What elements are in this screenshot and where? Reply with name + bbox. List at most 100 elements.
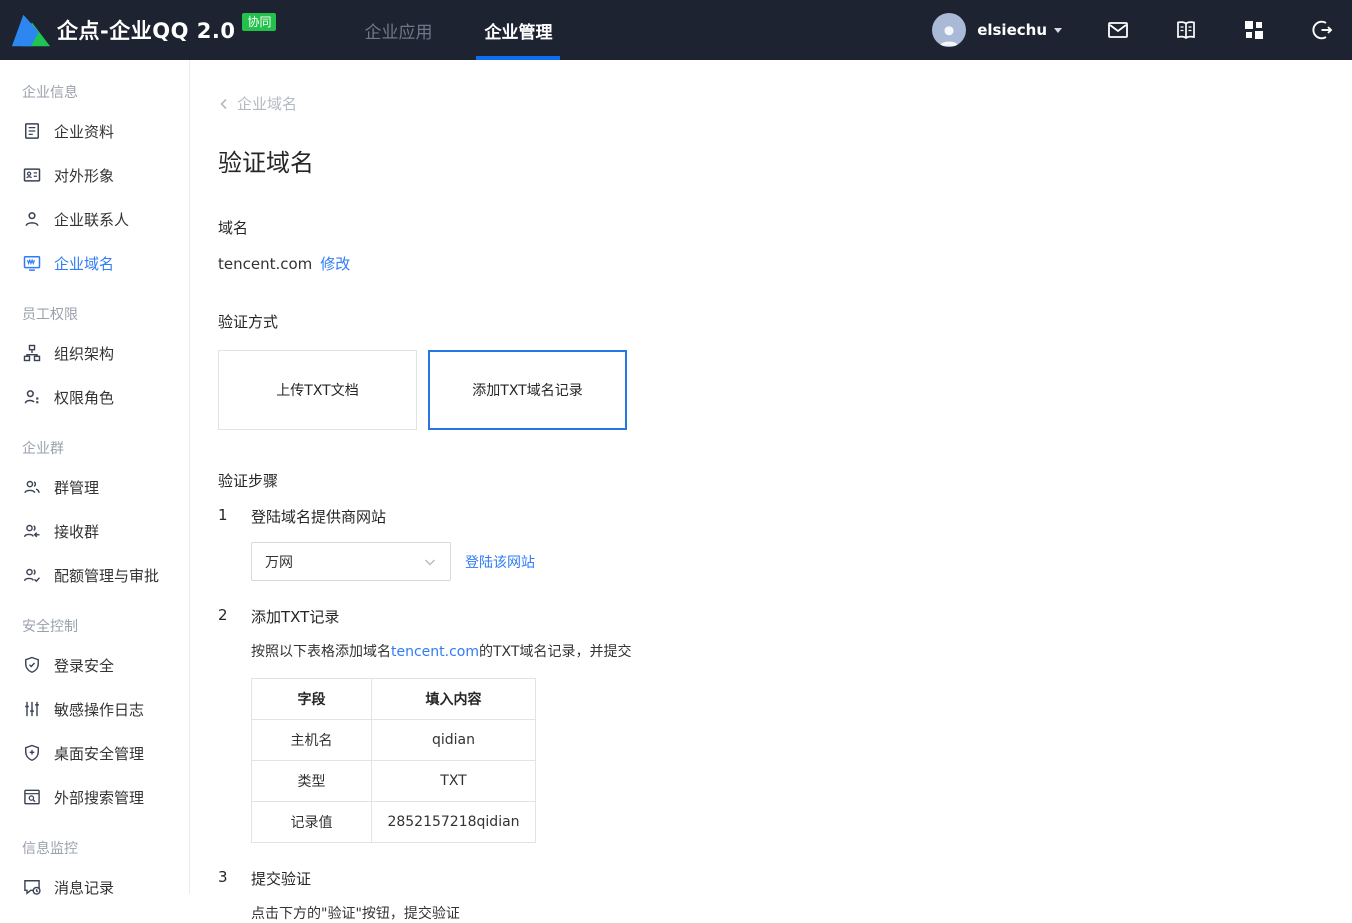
sidebar-item-label: 企业联系人 — [54, 209, 129, 230]
role-icon — [22, 387, 42, 407]
username[interactable]: elsiechu — [977, 21, 1047, 39]
sidebar-item-label: 群管理 — [54, 477, 99, 498]
sidebar-item-permission-roles[interactable]: 权限角色 — [22, 375, 189, 419]
chevron-down-icon — [423, 555, 437, 569]
sidebar-item-label: 组织架构 — [54, 343, 114, 364]
collab-badge: 协同 — [242, 13, 276, 31]
visit-site-link[interactable]: 登陆该网站 — [465, 552, 535, 572]
step-2-description: 按照以下表格添加域名tencent.com的TXT域名记录，并提交 — [251, 641, 631, 661]
org-chart-icon — [22, 343, 42, 363]
sidebar: 企业信息 企业资料 对外形象 — [0, 60, 190, 894]
domain-icon — [22, 253, 42, 273]
sidebar-item-label: 敏感操作日志 — [54, 699, 144, 720]
sidebar-item-external-search[interactable]: 外部搜索管理 — [22, 775, 189, 819]
document-icon — [22, 121, 42, 141]
sidebar-item-group-management[interactable]: 群管理 — [22, 465, 189, 509]
sidebar-section-info-monitoring: 信息监控 消息记录 — [22, 838, 189, 909]
sidebar-item-label: 接收群 — [54, 521, 99, 542]
verification-method-label: 验证方式 — [218, 311, 1352, 332]
mail-icon[interactable] — [1106, 18, 1130, 42]
sidebar-item-label: 配额管理与审批 — [54, 565, 159, 586]
sidebar-item-label: 桌面安全管理 — [54, 743, 144, 764]
desc-prefix: 按照以下表格添加域名 — [251, 644, 391, 660]
table-row: 记录值 2852157218qidian — [252, 802, 536, 843]
tab-enterprise-management[interactable]: 企业管理 — [484, 0, 552, 60]
domain-label: 域名 — [218, 217, 1352, 238]
message-history-icon — [22, 877, 42, 897]
top-navigation: 企业应用 企业管理 — [338, 0, 578, 60]
sidebar-item-message-records[interactable]: 消息记录 — [22, 865, 189, 909]
avatar-person-icon — [936, 21, 962, 47]
step-3-number: 3 — [218, 868, 251, 923]
verification-steps-label: 验证步骤 — [218, 470, 1352, 491]
sidebar-item-receive-groups[interactable]: 接收群 — [22, 509, 189, 553]
section-title: 企业群 — [22, 438, 189, 458]
topbar: 企点-企业QQ 2.0 协同 企业应用 企业管理 elsiechu — [0, 0, 1352, 60]
breadcrumb-back[interactable]: 企业域名 — [218, 93, 297, 114]
sidebar-section-company-info: 企业信息 企业资料 对外形象 — [22, 82, 189, 285]
cell-value: TXT — [372, 761, 536, 802]
apps-grid-icon[interactable] — [1242, 18, 1266, 42]
tab-enterprise-apps[interactable]: 企业应用 — [364, 0, 432, 60]
brand: 企点-企业QQ 2.0 协同 — [0, 0, 276, 60]
method-card-upload-txt[interactable]: 上传TXT文档 — [218, 350, 417, 430]
breadcrumb-label: 企业域名 — [237, 93, 297, 114]
shield-plus-icon — [22, 743, 42, 763]
search-window-icon — [22, 787, 42, 807]
domain-link[interactable]: tencent.com — [391, 644, 479, 660]
step-2-title: 添加TXT记录 — [251, 606, 631, 627]
step-1: 1 登陆域名提供商网站 万网 登陆该网站 — [218, 506, 1352, 581]
chevron-left-icon — [218, 98, 230, 110]
logout-icon[interactable] — [1310, 18, 1334, 42]
txt-record-table: 字段 填入内容 主机名 qidian 类型 TXT 记录值 2852157218… — [251, 678, 536, 843]
user-menu-caret-icon[interactable] — [1054, 28, 1062, 33]
cell-value: qidian — [372, 720, 536, 761]
group-receive-icon — [22, 521, 42, 541]
sidebar-item-quota-approval[interactable]: 配额管理与审批 — [22, 553, 189, 597]
shield-check-icon — [22, 655, 42, 675]
section-title: 企业信息 — [22, 82, 189, 102]
provider-select-value: 万网 — [265, 552, 293, 572]
table-row: 类型 TXT — [252, 761, 536, 802]
table-row: 主机名 qidian — [252, 720, 536, 761]
page-title: 验证域名 — [218, 143, 1352, 178]
section-title: 信息监控 — [22, 838, 189, 858]
sidebar-section-employee-permissions: 员工权限 组织架构 权限角色 — [22, 304, 189, 419]
provider-select[interactable]: 万网 — [251, 542, 451, 581]
sidebar-item-company-domain[interactable]: 企业域名 — [22, 241, 189, 285]
method-card-add-txt-record[interactable]: 添加TXT域名记录 — [428, 350, 627, 430]
cell-field: 类型 — [252, 761, 372, 802]
sidebar-item-org-structure[interactable]: 组织架构 — [22, 331, 189, 375]
sidebar-section-security-control: 安全控制 登录安全 敏感操作日志 — [22, 616, 189, 819]
sidebar-item-company-contacts[interactable]: 企业联系人 — [22, 197, 189, 241]
cell-field: 主机名 — [252, 720, 372, 761]
contacts-book-icon[interactable] — [1174, 18, 1198, 42]
sidebar-item-label: 企业域名 — [54, 253, 114, 274]
avatar[interactable] — [932, 13, 966, 47]
step-2-number: 2 — [218, 606, 251, 843]
sidebar-item-label: 消息记录 — [54, 877, 114, 898]
step-3-title: 提交验证 — [251, 868, 460, 889]
sidebar-item-public-image[interactable]: 对外形象 — [22, 153, 189, 197]
section-title: 员工权限 — [22, 304, 189, 324]
step-3: 3 提交验证 点击下方的"验证"按钮，提交验证 — [218, 868, 1352, 923]
table-header-row: 字段 填入内容 — [252, 679, 536, 720]
topbar-right: elsiechu — [932, 13, 1352, 47]
sidebar-item-label: 权限角色 — [54, 387, 114, 408]
tab-enterprise-management-label: 企业管理 — [484, 18, 552, 43]
sidebar-item-sensitive-logs[interactable]: 敏感操作日志 — [22, 687, 189, 731]
modify-link[interactable]: 修改 — [320, 255, 350, 273]
group-approve-icon — [22, 565, 42, 585]
sidebar-item-label: 外部搜索管理 — [54, 787, 144, 808]
sliders-icon — [22, 699, 42, 719]
sidebar-item-company-profile[interactable]: 企业资料 — [22, 109, 189, 153]
step-2: 2 添加TXT记录 按照以下表格添加域名tencent.com的TXT域名记录，… — [218, 606, 1352, 843]
brand-title: 企点-企业QQ 2.0 — [57, 15, 235, 45]
sidebar-item-login-security[interactable]: 登录安全 — [22, 643, 189, 687]
step-1-title: 登陆域名提供商网站 — [251, 506, 535, 527]
sidebar-item-desktop-security[interactable]: 桌面安全管理 — [22, 731, 189, 775]
domain-row: tencent.com修改 — [218, 253, 1352, 274]
col-header-field: 字段 — [252, 679, 372, 720]
desc-suffix: 的TXT域名记录，并提交 — [479, 644, 631, 660]
group-icon — [22, 477, 42, 497]
